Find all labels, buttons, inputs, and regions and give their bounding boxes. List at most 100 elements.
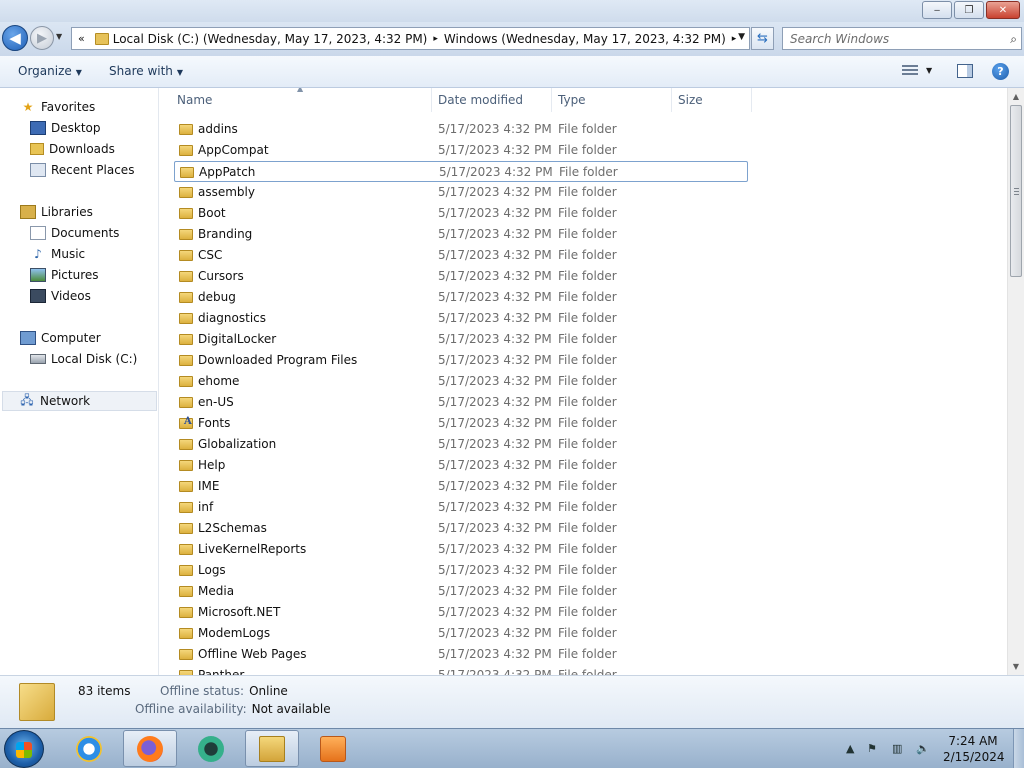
share-with-menu[interactable]: Share with ▼ xyxy=(109,64,183,78)
file-date-modified: 5/17/2023 4:32 PM xyxy=(438,311,552,325)
search-icon[interactable]: ⌕ xyxy=(1010,32,1017,47)
nav-downloads[interactable]: Downloads xyxy=(30,139,115,159)
file-row[interactable]: Logs 5/17/2023 4:32 PM File folder xyxy=(174,560,748,581)
firefox-icon xyxy=(137,735,163,762)
file-row[interactable]: AppCompat 5/17/2023 4:32 PM File folder xyxy=(174,140,748,161)
file-row[interactable]: Media 5/17/2023 4:32 PM File folder xyxy=(174,581,748,602)
minimize-button[interactable]: ‒ xyxy=(922,1,952,19)
show-desktop-button[interactable] xyxy=(1013,729,1024,768)
file-row[interactable]: Fonts 5/17/2023 4:32 PM File folder xyxy=(174,413,748,434)
file-row[interactable]: Microsoft.NET 5/17/2023 4:32 PM File folde… xyxy=(174,602,748,623)
show-hidden-icons[interactable]: ▲ xyxy=(846,742,854,755)
file-row[interactable]: diagnostics 5/17/2023 4:32 PM File folder xyxy=(174,308,748,329)
file-date-modified: 5/17/2023 4:32 PM xyxy=(438,542,552,556)
breadcrumb-windows[interactable]: Windows (Wednesday, May 17, 2023, 4:32 P… xyxy=(444,32,726,46)
file-name: Panther xyxy=(198,668,245,675)
file-row[interactable]: DigitalLocker 5/17/2023 4:32 PM File folde… xyxy=(174,329,748,350)
breadcrumb-overflow[interactable]: « xyxy=(78,32,85,45)
start-button[interactable] xyxy=(4,730,44,768)
file-row[interactable]: L2Schemas 5/17/2023 4:32 PM File folder xyxy=(174,518,748,539)
documents-icon xyxy=(30,226,46,240)
organize-menu[interactable]: Organize ▼ xyxy=(18,64,82,78)
file-row[interactable]: assembly 5/17/2023 4:32 PM File folder xyxy=(174,182,748,203)
file-name: Boot xyxy=(198,206,226,220)
nav-music[interactable]: ♪ Music xyxy=(30,244,85,264)
recent-pages-dropdown[interactable]: ▼ xyxy=(56,32,62,41)
fonts-folder-icon xyxy=(179,416,193,429)
libraries-icon xyxy=(20,205,36,219)
nav-desktop[interactable]: Desktop xyxy=(30,118,101,138)
file-row[interactable]: Downloaded Program Files 5/17/2023 4:32 P… xyxy=(174,350,748,371)
file-row[interactable]: ehome 5/17/2023 4:32 PM File folder xyxy=(174,371,748,392)
file-row[interactable]: Help 5/17/2023 4:32 PM File folder xyxy=(174,455,748,476)
nav-favorites[interactable]: ★ Favorites xyxy=(20,97,96,117)
file-row[interactable]: Branding 5/17/2023 4:32 PM File folder xyxy=(174,224,748,245)
taskbar-internet-explorer[interactable] xyxy=(62,730,116,767)
file-row[interactable]: Panther 5/17/2023 4:32 PM File folder xyxy=(174,665,748,675)
close-button[interactable]: ✕ xyxy=(986,1,1020,19)
action-center-flag-icon[interactable]: ⚑ xyxy=(867,742,877,755)
file-name: en-US xyxy=(198,395,234,409)
file-row[interactable]: Globalization 5/17/2023 4:32 PM File folde… xyxy=(174,434,748,455)
breadcrumb-separator[interactable]: ▸ xyxy=(732,34,737,44)
file-row[interactable]: ModemLogs 5/17/2023 4:32 PM File folder xyxy=(174,623,748,644)
file-row[interactable]: LiveKernelReports 5/17/2023 4:32 PM File f… xyxy=(174,539,748,560)
nav-documents[interactable]: Documents xyxy=(30,223,119,243)
file-row[interactable]: en-US 5/17/2023 4:32 PM File folder xyxy=(174,392,748,413)
search-box[interactable]: ⌕ xyxy=(782,27,1022,50)
address-bar[interactable]: « Local Disk (C:) (Wednesday, May 17, 20… xyxy=(71,27,750,50)
taskbar-windows-explorer[interactable] xyxy=(245,730,299,767)
nav-videos[interactable]: Videos xyxy=(30,286,91,306)
media-player-icon xyxy=(320,735,346,762)
file-type: File folder xyxy=(558,500,617,514)
taskbar-app-green[interactable] xyxy=(184,730,238,767)
file-row[interactable]: Cursors 5/17/2023 4:32 PM File folder xyxy=(174,266,748,287)
file-row[interactable]: IME 5/17/2023 4:32 PM File folder xyxy=(174,476,748,497)
column-header-date-modified[interactable]: Date modified xyxy=(432,88,552,112)
address-dropdown-icon[interactable]: ▼ xyxy=(738,32,745,42)
refresh-button[interactable]: ⇆ xyxy=(751,27,774,50)
breadcrumb-separator[interactable]: ▸ xyxy=(433,34,438,44)
file-row[interactable]: Boot 5/17/2023 4:32 PM File folder xyxy=(174,203,748,224)
file-row[interactable]: debug 5/17/2023 4:32 PM File folder xyxy=(174,287,748,308)
help-button[interactable]: ? xyxy=(992,63,1009,80)
file-row[interactable]: CSC 5/17/2023 4:32 PM File folder xyxy=(174,245,748,266)
refresh-icon: ⇆ xyxy=(757,31,768,46)
nav-label: Videos xyxy=(51,289,91,303)
maximize-button[interactable]: ❐ xyxy=(954,1,984,19)
system-clock[interactable]: 7:24 AM 2/15/2024 xyxy=(943,733,1005,765)
nav-network[interactable]: 🖧 Network xyxy=(2,391,157,411)
file-row[interactable]: addins 5/17/2023 4:32 PM File folder xyxy=(174,119,748,140)
nav-local-disk[interactable]: Local Disk (C:) xyxy=(30,349,137,369)
nav-pictures[interactable]: Pictures xyxy=(30,265,99,285)
nav-computer[interactable]: Computer xyxy=(20,328,101,348)
nav-recent-places[interactable]: Recent Places xyxy=(30,160,134,180)
vertical-scrollbar[interactable]: ▲ ▼ xyxy=(1007,88,1024,675)
preview-pane-button[interactable] xyxy=(957,64,973,78)
nav-label: Desktop xyxy=(51,121,101,135)
scroll-up-icon[interactable]: ▲ xyxy=(1008,88,1024,105)
file-name: diagnostics xyxy=(198,311,267,325)
file-row[interactable]: AppPatch 5/17/2023 4:32 PM File folder xyxy=(174,161,748,182)
column-header-name[interactable]: Name xyxy=(160,88,432,112)
breadcrumb-local-disk[interactable]: Local Disk (C:) (Wednesday, May 17, 2023… xyxy=(113,32,428,46)
offline-availability: Offline availability: Not available xyxy=(135,702,331,716)
network-status-icon[interactable]: ▥ xyxy=(892,742,902,755)
view-options-chevron-icon[interactable]: ▼ xyxy=(926,66,932,75)
column-header-size[interactable]: Size xyxy=(672,88,752,112)
back-button[interactable]: ◀ xyxy=(2,25,28,51)
nav-libraries[interactable]: Libraries xyxy=(20,202,93,222)
forward-button[interactable]: ▶ xyxy=(30,26,54,50)
file-row[interactable]: inf 5/17/2023 4:32 PM File folder xyxy=(174,497,748,518)
column-header-type[interactable]: Type xyxy=(552,88,672,112)
scroll-down-icon[interactable]: ▼ xyxy=(1008,658,1024,675)
folder-icon xyxy=(179,460,193,471)
volume-muted-icon[interactable]: 🔈 xyxy=(916,742,930,755)
taskbar-media-player[interactable] xyxy=(306,730,360,767)
scroll-thumb[interactable] xyxy=(1010,105,1022,277)
change-view-icon[interactable] xyxy=(902,65,918,77)
taskbar-firefox[interactable] xyxy=(123,730,177,767)
file-row[interactable]: Offline Web Pages 5/17/2023 4:32 PM File f… xyxy=(174,644,748,665)
nav-label: Computer xyxy=(41,331,101,345)
search-input[interactable] xyxy=(790,31,995,46)
